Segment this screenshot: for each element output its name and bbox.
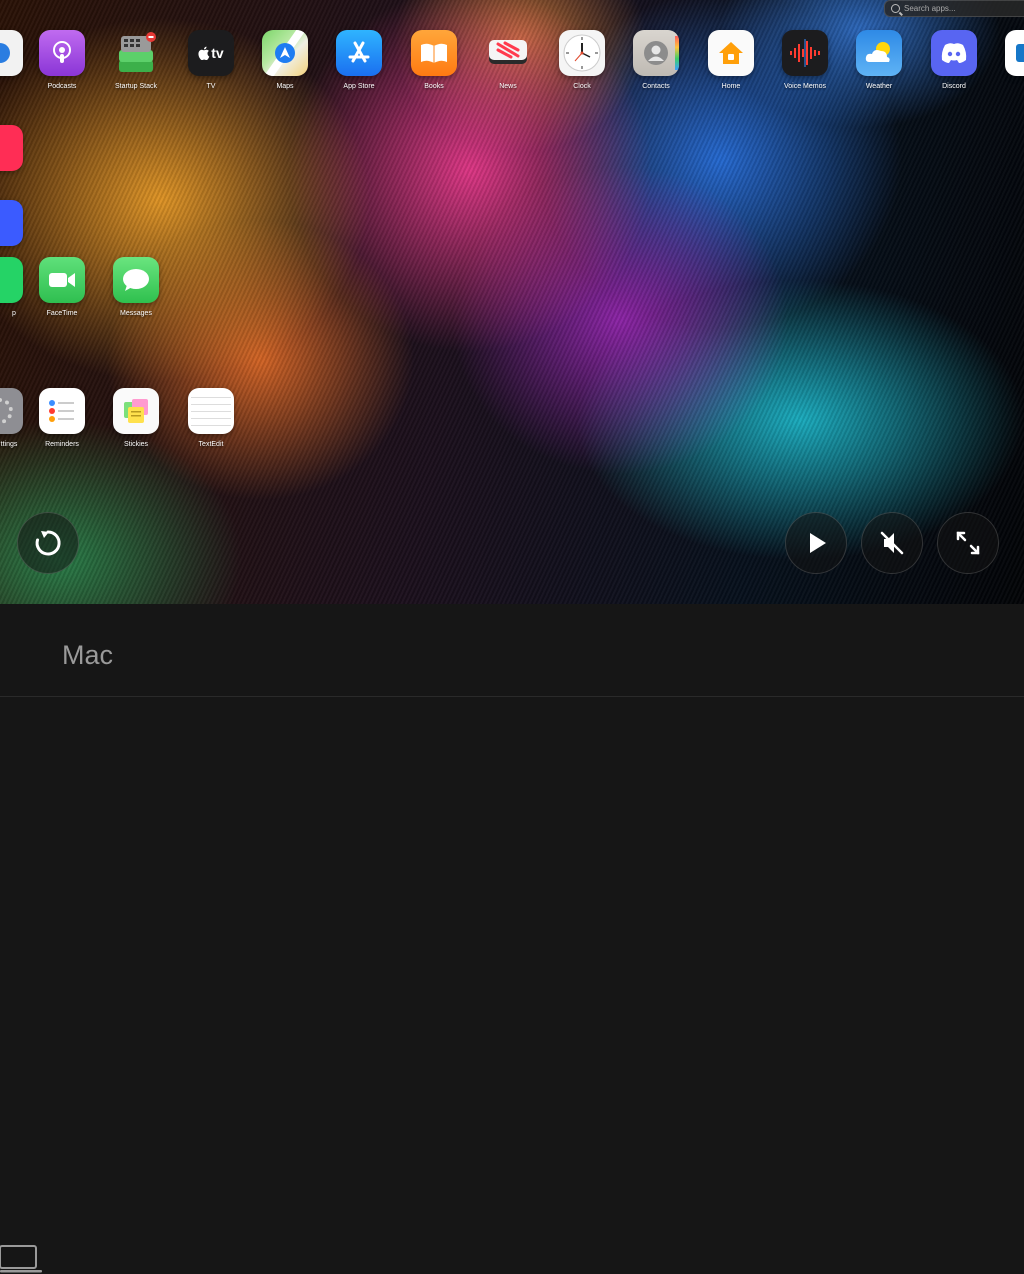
tv-glyph: tv xyxy=(211,45,224,61)
gear-icon xyxy=(0,388,23,434)
app-weather[interactable]: Weather xyxy=(849,30,909,91)
fullscreen-icon xyxy=(956,531,980,555)
app-partial-left-top[interactable] xyxy=(0,30,30,76)
app-label: Discord xyxy=(942,83,966,90)
app-label: Weather xyxy=(865,83,893,90)
app-label: Reminders xyxy=(45,441,79,448)
startup-stack-icon xyxy=(113,30,159,76)
reminders-icon xyxy=(39,388,85,434)
whatsapp-icon xyxy=(0,257,23,303)
app-news[interactable]: News xyxy=(478,30,538,91)
app-label: Stickies xyxy=(123,441,149,448)
app-label: Podcasts xyxy=(47,83,77,90)
app-messages[interactable]: Messages xyxy=(106,257,166,318)
app-label: App Store xyxy=(343,83,375,90)
app-label: Clock xyxy=(573,83,591,90)
app-podcasts[interactable]: Podcasts xyxy=(32,30,92,91)
weather-icon xyxy=(856,30,902,76)
laptop-icon xyxy=(0,1245,42,1273)
fullscreen-button[interactable] xyxy=(937,512,999,574)
app-label: Pa De xyxy=(1011,82,1024,100)
app-books[interactable]: Books xyxy=(404,30,464,91)
facetime-icon xyxy=(39,257,85,303)
app-partial-left-whatsapp[interactable]: p xyxy=(0,257,30,318)
app-store-icon xyxy=(336,30,382,76)
books-icon xyxy=(411,30,457,76)
messages-icon xyxy=(113,257,159,303)
play-icon xyxy=(810,533,826,553)
mute-icon xyxy=(880,531,904,555)
app-label: FaceTime xyxy=(46,310,78,317)
app-label: TV xyxy=(206,83,216,90)
app-label: Books xyxy=(424,83,444,90)
app-label: TextEdit xyxy=(198,441,224,448)
search-input[interactable] xyxy=(904,4,1014,13)
restart-icon xyxy=(35,530,61,556)
app-textedit[interactable]: TextEdit xyxy=(181,388,241,449)
partial-app-icon xyxy=(0,30,23,76)
divider xyxy=(0,696,1024,697)
app-voice-memos[interactable]: Voice Memos xyxy=(775,30,835,91)
app-partial-left-red[interactable] xyxy=(0,125,30,171)
app-label: News xyxy=(499,83,517,90)
contacts-icon xyxy=(633,30,679,76)
search-icon xyxy=(891,4,900,13)
clock-icon xyxy=(559,30,605,76)
textedit-icon xyxy=(188,388,234,434)
app-label: Voice Memos xyxy=(783,83,827,90)
desktop-wallpaper: p ttings Podcasts Startup Stack xyxy=(0,0,1024,604)
app-home[interactable]: Home xyxy=(701,30,761,91)
discord-icon xyxy=(931,30,977,76)
app-label: ttings xyxy=(0,441,18,448)
app-label: Startup Stack xyxy=(114,83,158,90)
news-icon xyxy=(485,30,531,76)
app-label: Home xyxy=(721,83,741,90)
app-partial-right[interactable]: Pa De xyxy=(998,30,1024,100)
music-icon xyxy=(0,125,23,171)
device-label: Mac xyxy=(62,640,114,670)
home-icon xyxy=(708,30,754,76)
app-label: Maps xyxy=(276,83,294,90)
app-facetime[interactable]: FaceTime xyxy=(32,257,92,318)
search-bar[interactable] xyxy=(884,0,1024,17)
app-clock[interactable]: Clock xyxy=(552,30,612,91)
app-label: Contacts xyxy=(642,83,670,90)
shortcuts-icon xyxy=(0,200,23,246)
app-contacts[interactable]: Contacts xyxy=(626,30,686,91)
app-maps[interactable]: Maps xyxy=(255,30,315,91)
restart-button[interactable] xyxy=(17,512,79,574)
stickies-icon xyxy=(113,388,159,434)
app-stickies[interactable]: Stickies xyxy=(106,388,166,449)
app-tv[interactable]: tv TV xyxy=(181,30,241,91)
app-partial-left-blue[interactable] xyxy=(0,200,30,246)
app-settings[interactable]: ttings xyxy=(0,388,30,449)
app-label: p xyxy=(12,310,16,317)
partial-app-icon xyxy=(1005,30,1024,76)
apple-tv-icon: tv xyxy=(188,30,234,76)
mute-button[interactable] xyxy=(861,512,923,574)
footer-panel xyxy=(0,604,1024,1273)
app-app-store[interactable]: App Store xyxy=(329,30,389,91)
app-reminders[interactable]: Reminders xyxy=(32,388,92,449)
voice-memos-icon xyxy=(782,30,828,76)
maps-icon xyxy=(262,30,308,76)
play-button[interactable] xyxy=(785,512,847,574)
app-label: Messages xyxy=(120,310,152,317)
app-startup-stack[interactable]: Startup Stack xyxy=(106,30,166,91)
app-discord[interactable]: Discord xyxy=(924,30,984,91)
podcasts-icon xyxy=(39,30,85,76)
